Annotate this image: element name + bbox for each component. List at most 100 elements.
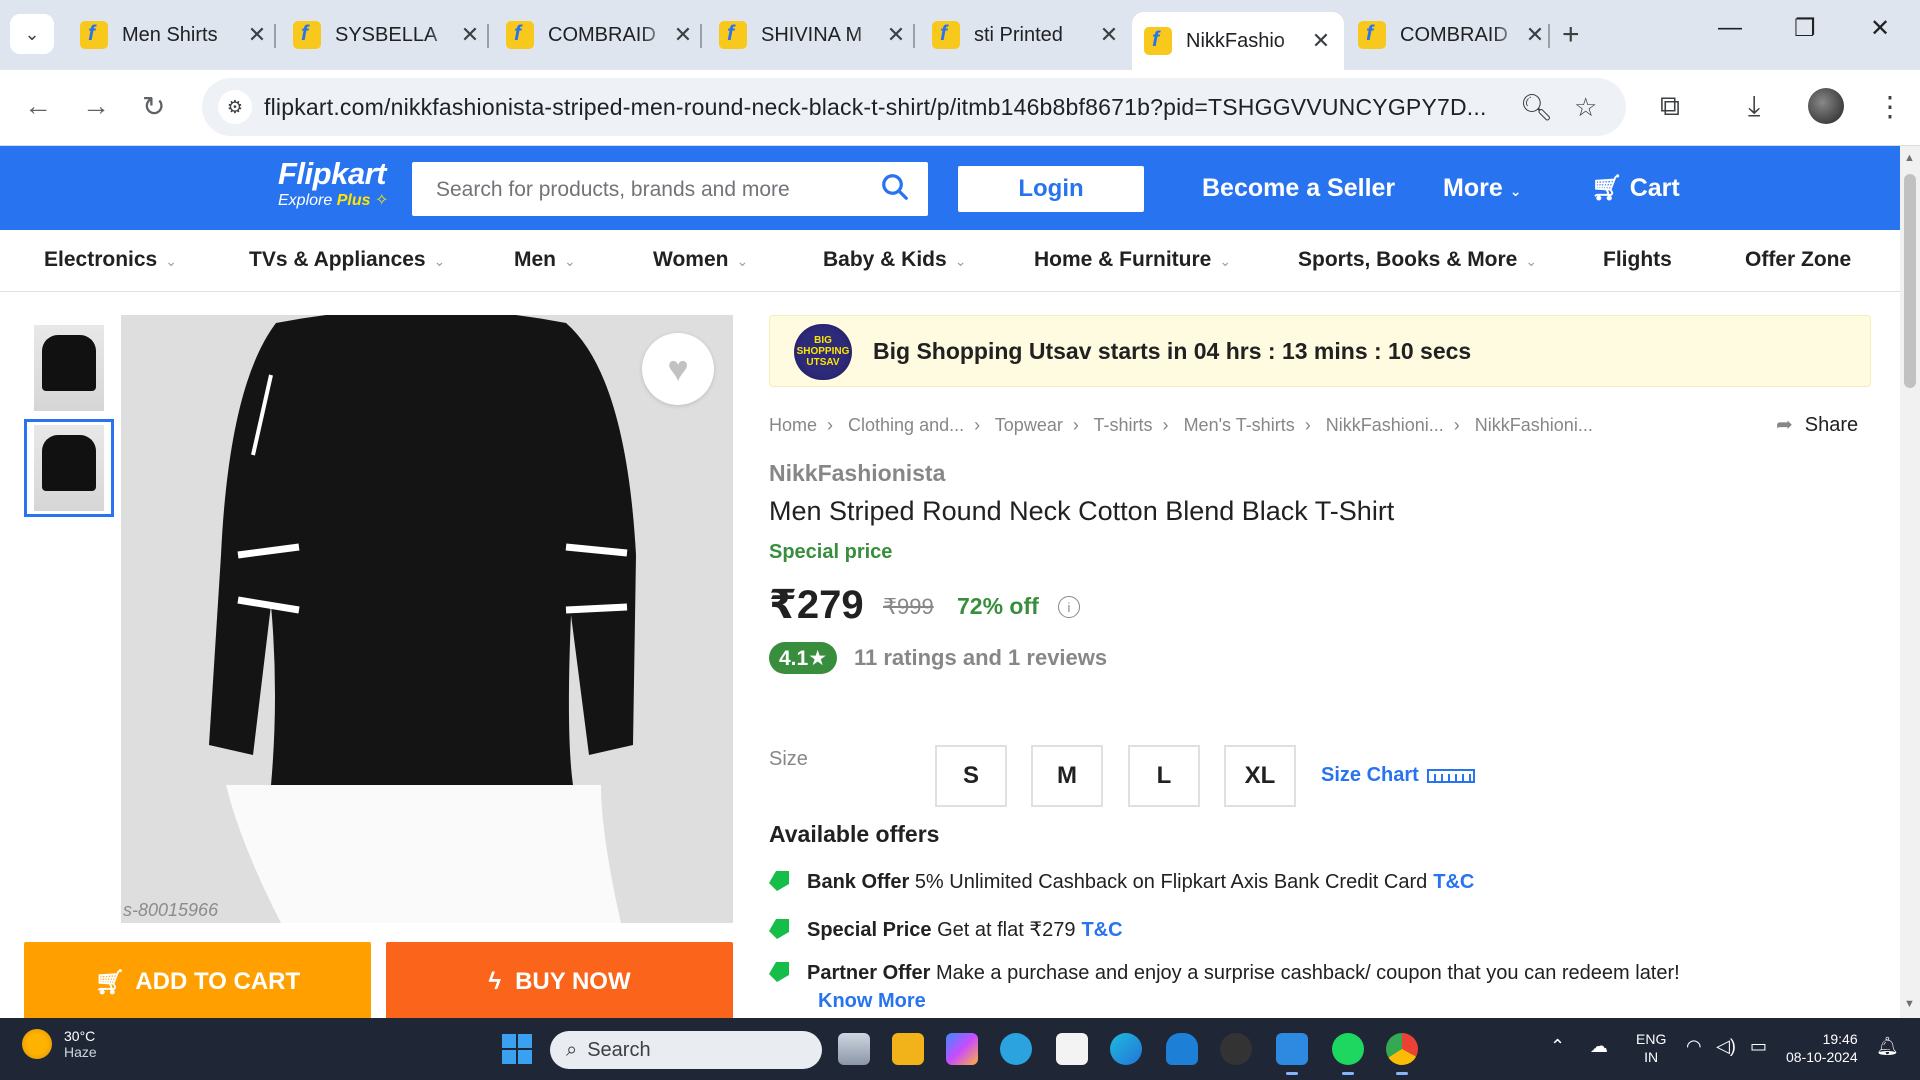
close-icon[interactable]: ✕ [1098, 22, 1120, 48]
category-women[interactable]: Women ⌄ [653, 248, 748, 272]
search-icon[interactable] [880, 172, 910, 202]
tab-sysbella[interactable]: SYSBELLA ✕ [281, 12, 493, 58]
flipkart-logo[interactable]: Flipkart Explore Plus ✧ [278, 156, 388, 210]
copilot-icon[interactable] [946, 1033, 978, 1065]
chrome-icon[interactable] [1386, 1033, 1418, 1075]
add-to-cart-button[interactable]: 🛒︎ ADD TO CART [24, 942, 371, 1022]
rating-badge[interactable]: 4.1★ [769, 642, 838, 674]
size-option-l[interactable]: L [1128, 745, 1200, 807]
product-thumbnail-1[interactable] [24, 319, 114, 417]
volume-icon[interactable]: ◁) [1716, 1036, 1736, 1057]
rating-count[interactable]: 11 ratings and 1 reviews [854, 645, 1107, 671]
category-baby-kids[interactable]: Baby & Kids ⌄ [823, 248, 966, 272]
cart-link[interactable]: 🛒︎ Cart [1591, 174, 1680, 203]
profile-avatar[interactable] [1808, 88, 1844, 124]
tab-search-button[interactable]: ⌄ [10, 14, 54, 54]
more-menu[interactable]: More ⌄ [1443, 174, 1521, 203]
system-clock[interactable]: 19:46 08-10-2024 [1786, 1030, 1858, 1066]
product-main-image[interactable]: ♥ s-80015966 [121, 315, 733, 923]
cloud-icon[interactable]: ☁ [1590, 1036, 1608, 1057]
breadcrumb-item[interactable]: T-shirts [1094, 415, 1153, 435]
scroll-down-icon[interactable]: ▼ [1904, 998, 1915, 1010]
breadcrumb-item[interactable]: Topwear [995, 415, 1063, 435]
category-tvs-appliances[interactable]: TVs & Appliances ⌄ [249, 248, 445, 272]
forward-button[interactable]: → [82, 90, 110, 122]
language-indicator[interactable]: ENG IN [1636, 1030, 1666, 1066]
breadcrumb-item[interactable]: NikkFashioni... [1326, 415, 1444, 435]
downloads-button[interactable]: ⤓ [1748, 90, 1760, 123]
weather-widget[interactable]: 30°C Haze [22, 1028, 97, 1060]
scrollbar-thumb[interactable] [1904, 174, 1916, 388]
close-icon[interactable]: ✕ [672, 22, 694, 48]
wifi-icon[interactable]: ◠ [1686, 1036, 1702, 1057]
onedrive-icon[interactable] [1166, 1033, 1198, 1065]
minimize-button[interactable]: — [1718, 14, 1742, 42]
become-seller-link[interactable]: Become a Seller [1202, 174, 1395, 203]
category-offer-zone[interactable]: Offer Zone [1745, 248, 1851, 272]
tab-sti-printed[interactable]: sti Printed ✕ [920, 12, 1132, 58]
close-icon[interactable]: ✕ [246, 22, 268, 48]
extensions-button[interactable]: ⧉ [1660, 90, 1680, 123]
task-view-icon[interactable] [838, 1033, 870, 1065]
buy-now-button[interactable]: ϟ BUY NOW [386, 942, 733, 1022]
arrow-right-icon: → [82, 90, 110, 121]
tab-shivina[interactable]: SHIVINA M ✕ [707, 12, 919, 58]
notification-bell-icon[interactable]: 🔔︎ [1876, 1036, 1899, 1057]
spotify-icon[interactable] [1332, 1033, 1364, 1075]
site-info-button[interactable]: ⚙ [218, 90, 252, 124]
app-dark-icon[interactable] [1220, 1033, 1252, 1065]
store-icon[interactable] [1056, 1033, 1088, 1065]
browser-menu-button[interactable]: ⋮ [1876, 90, 1904, 123]
tab-men-shirts[interactable]: Men Shirts ✕ [68, 12, 280, 58]
size-chart-link[interactable]: Size Chart [1321, 764, 1475, 787]
price-info-icon[interactable]: i [1058, 596, 1080, 618]
start-button[interactable] [502, 1034, 532, 1064]
zoom-button[interactable]: 🔍︎ [1520, 92, 1553, 123]
page-scrollbar[interactable]: ▲ ▼ [1900, 146, 1920, 1018]
bookmark-button[interactable]: ☆ [1574, 92, 1597, 123]
taskbar-search[interactable]: ⌕ Search [550, 1031, 822, 1069]
close-icon[interactable]: ✕ [1524, 22, 1546, 48]
product-thumbnail-2[interactable] [24, 419, 114, 517]
close-icon[interactable]: ✕ [459, 22, 481, 48]
product-brand[interactable]: NikkFashionista [769, 460, 945, 487]
breadcrumb-item[interactable]: Home [769, 415, 817, 435]
share-button[interactable]: ➦ Share [1776, 412, 1858, 437]
chevron-up-icon[interactable]: ⌃ [1550, 1036, 1565, 1057]
close-window-button[interactable]: ✕ [1870, 14, 1890, 43]
wishlist-button[interactable]: ♥ [642, 333, 714, 405]
close-icon[interactable]: ✕ [885, 22, 907, 48]
telegram-icon[interactable] [1000, 1033, 1032, 1065]
category-sports-books[interactable]: Sports, Books & More ⌄ [1298, 248, 1537, 272]
size-option-m[interactable]: M [1031, 745, 1103, 807]
breadcrumb-item[interactable]: Men's T-shirts [1184, 415, 1295, 435]
tab-nikkfashionista-active[interactable]: NikkFashio ✕ [1132, 12, 1344, 70]
new-tab-button[interactable]: + [1562, 18, 1580, 52]
battery-icon[interactable]: ▭ [1750, 1036, 1767, 1057]
reload-button[interactable]: ↻ [142, 90, 165, 123]
restore-button[interactable]: ❐ [1794, 14, 1816, 43]
offer-tc-link[interactable]: T&C [1081, 919, 1122, 941]
category-men[interactable]: Men ⌄ [514, 248, 576, 272]
file-explorer-icon[interactable] [892, 1033, 924, 1065]
vscode-icon[interactable] [1276, 1033, 1308, 1075]
url-text[interactable]: flipkart.com/nikkfashionista-striped-men… [264, 94, 1487, 121]
size-option-xl[interactable]: XL [1224, 745, 1296, 807]
login-button[interactable]: Login [958, 166, 1144, 212]
know-more-link[interactable]: Know More [818, 990, 926, 1013]
offer-tc-link[interactable]: T&C [1433, 871, 1474, 893]
close-icon[interactable]: ✕ [1310, 28, 1332, 54]
size-option-s[interactable]: S [935, 745, 1007, 807]
product-search-input[interactable]: Search for products, brands and more [412, 162, 928, 216]
address-bar[interactable]: ⚙ flipkart.com/nikkfashionista-striped-m… [202, 78, 1626, 136]
breadcrumb-item[interactable]: Clothing and... [848, 415, 964, 435]
tab-combraid-1[interactable]: COMBRAID ✕ [494, 12, 706, 58]
tab-combraid-2[interactable]: COMBRAID ✕ [1346, 12, 1558, 58]
category-home-furniture[interactable]: Home & Furniture ⌄ [1034, 248, 1231, 272]
category-flights[interactable]: Flights [1603, 248, 1672, 272]
category-electronics[interactable]: Electronics ⌄ [44, 248, 177, 272]
back-button[interactable]: ← [24, 90, 52, 122]
edge-icon[interactable] [1110, 1033, 1142, 1065]
scroll-up-icon[interactable]: ▲ [1904, 152, 1915, 164]
sale-banner[interactable]: BIG SHOPPING UTSAV Big Shopping Utsav st… [769, 315, 1871, 387]
